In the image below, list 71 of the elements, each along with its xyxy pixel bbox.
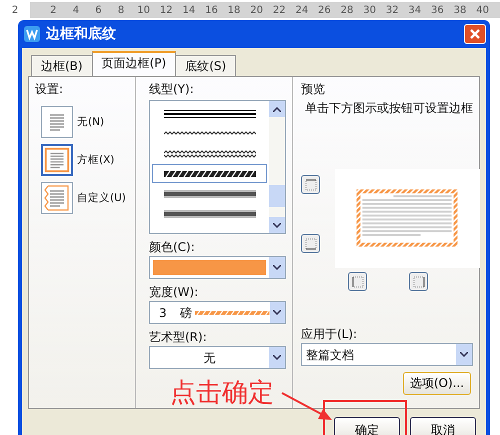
left-border-icon bbox=[352, 276, 364, 288]
ruler-number: 30 bbox=[362, 4, 377, 16]
setting-option[interactable] bbox=[41, 182, 73, 214]
section-label: 设置: bbox=[35, 82, 64, 96]
annotation-arrow bbox=[281, 392, 333, 422]
border-button[interactable] bbox=[301, 175, 320, 194]
field-label: 颜色(C): bbox=[149, 240, 196, 254]
ruler-number: 2 bbox=[10, 4, 20, 16]
ruler-number: 26 bbox=[317, 4, 332, 16]
close-button[interactable] bbox=[464, 24, 486, 44]
color-dropdown[interactable] bbox=[149, 256, 286, 279]
ruler-number: 16 bbox=[204, 4, 219, 16]
field-label: 宽度(W): bbox=[149, 285, 200, 299]
ruler-number: 18 bbox=[226, 4, 242, 16]
line-style-option[interactable] bbox=[152, 164, 267, 183]
ruler-number: 32 bbox=[384, 4, 400, 16]
ruler-number: 12 bbox=[158, 4, 174, 16]
top-border-icon bbox=[304, 178, 316, 190]
window-title: 边框和底纹 bbox=[46, 25, 117, 43]
scrollbar[interactable] bbox=[269, 101, 285, 233]
ruler-number: 8 bbox=[116, 4, 126, 16]
border-button[interactable] bbox=[301, 234, 320, 253]
field-label: 应用于(L): bbox=[301, 327, 358, 341]
line-sample-icon bbox=[164, 208, 256, 218]
ruler-number: 34 bbox=[407, 4, 422, 16]
ruler-number: 6 bbox=[94, 4, 103, 16]
tab[interactable]: 页面边框(P) bbox=[92, 51, 176, 76]
line-sample-icon bbox=[195, 310, 270, 316]
field-label: 艺术型(R): bbox=[149, 330, 208, 344]
scrollbar-thumb[interactable] bbox=[269, 185, 285, 207]
dialog-button[interactable]: 取消 bbox=[410, 417, 476, 435]
art-dropdown[interactable]: 无 bbox=[149, 346, 286, 369]
tab[interactable]: 边框(B) bbox=[31, 55, 93, 76]
setting-option[interactable] bbox=[41, 144, 73, 176]
border-button[interactable] bbox=[348, 272, 367, 291]
ruler-number: 2 bbox=[49, 4, 58, 16]
setting-label: 方框(X) bbox=[77, 153, 114, 167]
ruler-number: 40 bbox=[475, 4, 490, 16]
app-icon bbox=[24, 26, 40, 42]
ruler-number: 24 bbox=[294, 4, 310, 16]
preview-hint: 单击下方图示或按钮可设置边框 bbox=[305, 101, 474, 115]
ruler-number: 38 bbox=[452, 4, 468, 16]
setting-option[interactable] bbox=[41, 106, 73, 138]
apply-to-dropdown[interactable]: 整篇文档 bbox=[301, 343, 473, 366]
page-layout-icon bbox=[43, 145, 71, 175]
border-button[interactable] bbox=[409, 272, 428, 291]
section-label: 预览 bbox=[301, 82, 326, 96]
annotation-text: 点击确定 bbox=[170, 378, 274, 408]
line-sample-icon bbox=[164, 188, 256, 198]
ruler-number: 20 bbox=[249, 4, 264, 16]
width-dropdown[interactable]: 3 磅 bbox=[149, 301, 286, 324]
close-icon bbox=[469, 28, 481, 40]
scroll-up-icon bbox=[273, 107, 281, 112]
tab[interactable]: 底纹(S) bbox=[175, 55, 236, 76]
ruler-number: 4 bbox=[72, 4, 80, 16]
setting-label: 无(N) bbox=[77, 115, 104, 129]
ruler-number: 22 bbox=[272, 4, 287, 16]
field-label: 线型(Y): bbox=[149, 82, 195, 96]
setting-label: 自定义(U) bbox=[77, 191, 126, 205]
ruler-number: 10 bbox=[136, 4, 152, 16]
ruler-number: 14 bbox=[181, 4, 196, 16]
dialog-button[interactable]: 确定 bbox=[334, 417, 400, 435]
line-sample-icon bbox=[164, 148, 256, 158]
options-button[interactable]: 选项(O)... bbox=[403, 372, 471, 395]
scroll-down-icon bbox=[273, 223, 281, 228]
right-border-icon bbox=[412, 276, 424, 288]
line-sample-icon bbox=[164, 108, 256, 118]
bottom-border-icon bbox=[304, 238, 316, 250]
line-sample-icon bbox=[164, 168, 256, 178]
ruler-number: 28 bbox=[340, 4, 354, 16]
ruler-number: 36 bbox=[430, 4, 445, 16]
